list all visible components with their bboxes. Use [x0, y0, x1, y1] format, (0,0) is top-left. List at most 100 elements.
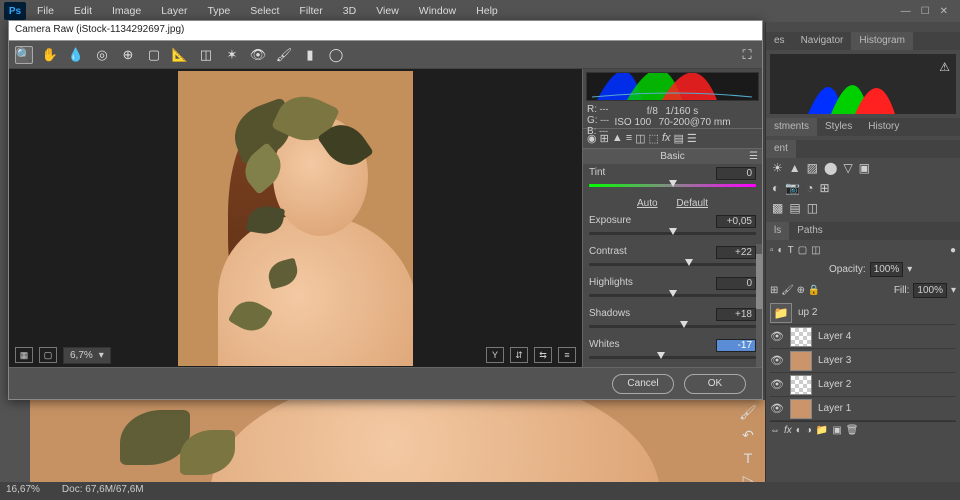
target-adjust-icon[interactable]: ⊕ [119, 46, 137, 64]
photo-filter-icon[interactable]: 📷 [785, 181, 800, 195]
minimize-icon[interactable]: — [901, 6, 911, 17]
auto-link[interactable]: Auto [637, 198, 658, 209]
settings-menu-icon[interactable]: ≡ [558, 347, 576, 363]
tab-adjustments[interactable]: stments [766, 118, 817, 136]
layer-row[interactable]: 👁 Layer 1 [770, 397, 956, 421]
calibration-tab-icon[interactable]: ▤ [674, 132, 684, 145]
whites-slider[interactable] [589, 356, 756, 359]
zoom-dropdown[interactable]: 6,7%▾ [63, 347, 111, 364]
spot-removal-icon[interactable]: ✶ [223, 46, 241, 64]
ok-button[interactable]: OK [684, 374, 746, 394]
cancel-button[interactable]: Cancel [612, 374, 674, 394]
visibility-icon[interactable]: 👁 [770, 402, 784, 415]
menu-3d[interactable]: 3D [334, 2, 365, 20]
filter-pixel-icon[interactable]: ▫ [770, 245, 774, 256]
close-icon[interactable]: ✕ [940, 6, 948, 17]
redeye-icon[interactable]: 👁 [249, 46, 267, 64]
shadows-value[interactable]: +18 [716, 308, 756, 321]
highlights-value[interactable]: 0 [716, 277, 756, 290]
hand-tool-icon[interactable]: ✋ [41, 46, 59, 64]
layer-row[interactable]: 👁 Layer 3 [770, 349, 956, 373]
swap-icon[interactable]: ⇵ [510, 347, 528, 363]
lookup-icon[interactable]: ⊞ [819, 181, 829, 195]
tab-history[interactable]: History [860, 118, 907, 136]
exposure-slider[interactable] [589, 232, 756, 235]
exposure-adj-icon[interactable]: ⬤ [824, 161, 837, 175]
clipping-warning-icon[interactable]: ⚠ [939, 60, 950, 74]
filter-type-icon[interactable]: T [788, 245, 794, 256]
lens-tab-icon[interactable]: ⬚ [649, 132, 659, 145]
layer-row-group[interactable]: 📁 up 2 [770, 301, 956, 325]
document-canvas[interactable] [30, 400, 765, 482]
maximize-icon[interactable]: ☐ [921, 6, 930, 17]
exposure-value[interactable]: +0,05 [716, 215, 756, 228]
default-link[interactable]: Default [676, 198, 708, 209]
tab-styles[interactable]: Styles [817, 118, 860, 136]
menu-filter[interactable]: Filter [290, 2, 331, 20]
filter-shape-icon[interactable]: ▢ [798, 245, 807, 256]
vibrance-icon[interactable]: ▽ [843, 161, 852, 175]
new-layer-icon[interactable]: ▣ [832, 425, 841, 436]
copy-settings-icon[interactable]: ⇆ [534, 347, 552, 363]
layer-row[interactable]: 👁 Layer 4 [770, 325, 956, 349]
visibility-icon[interactable]: 👁 [770, 330, 784, 343]
type-tool-icon[interactable]: T [744, 450, 753, 466]
visibility-icon[interactable]: 👁 [770, 354, 784, 367]
doc-zoom[interactable]: 16,67% [6, 484, 40, 498]
new-group-icon[interactable]: 📁 [816, 425, 828, 436]
invert-icon[interactable]: ▩ [772, 201, 783, 215]
menu-file[interactable]: File [28, 2, 63, 20]
tab-properties[interactable]: es [766, 32, 793, 50]
levels-icon[interactable]: ▲ [789, 161, 801, 175]
delete-layer-icon[interactable]: 🗑 [846, 425, 859, 436]
fullscreen-icon[interactable]: ⛶ [738, 46, 756, 64]
layer-row[interactable]: 👁 Layer 2 [770, 373, 956, 397]
menu-layer[interactable]: Layer [152, 2, 196, 20]
new-adj-icon[interactable]: ◑ [806, 425, 812, 436]
mask-icon[interactable]: ◐ [796, 425, 802, 436]
straighten-icon[interactable]: 📐 [171, 46, 189, 64]
single-view-icon[interactable]: ▢ [39, 347, 57, 363]
opacity-value[interactable]: 100% [870, 262, 904, 277]
menu-type[interactable]: Type [198, 2, 239, 20]
adjustment-brush-icon[interactable]: 🖌 [275, 46, 293, 64]
detail-tab-icon[interactable]: ▲ [612, 132, 623, 145]
presets-tab-icon[interactable]: ☰ [687, 132, 697, 145]
link-layers-icon[interactable]: ⇔ [770, 425, 780, 436]
menu-view[interactable]: View [367, 2, 408, 20]
shadows-slider[interactable] [589, 325, 756, 328]
tab-histogram[interactable]: Histogram [851, 32, 913, 50]
before-after-icon[interactable]: Y [486, 347, 504, 363]
histogram[interactable] [586, 72, 759, 101]
brush-tool-icon[interactable]: 🖌 [739, 404, 757, 421]
fx-tab-icon[interactable]: fx [662, 132, 671, 145]
hue-icon[interactable]: ▣ [859, 161, 870, 175]
posterize-icon[interactable]: ▤ [789, 201, 800, 215]
visibility-icon[interactable]: 👁 [770, 378, 784, 391]
tab-navigator[interactable]: Navigator [793, 32, 852, 50]
threshold-icon[interactable]: ◫ [807, 201, 818, 215]
curves-icon[interactable]: ▨ [807, 161, 818, 175]
color-sampler-icon[interactable]: ◎ [93, 46, 111, 64]
lock-icons[interactable]: ⊞ 🖌 ⊕ 🔒 [770, 285, 820, 296]
panel-scrollbar[interactable] [756, 244, 762, 367]
tab-layers[interactable]: ls [766, 222, 789, 240]
contrast-value[interactable]: +22 [716, 246, 756, 259]
filmstrip-icon[interactable]: ▦ [15, 347, 33, 363]
panel-menu-icon[interactable]: ☰ [749, 151, 758, 162]
fx-icon[interactable]: fx [784, 425, 792, 436]
tab-adjustment[interactable]: ent [766, 140, 796, 158]
fill-value[interactable]: 100% [913, 283, 947, 298]
hsl-tab-icon[interactable]: ≡ [626, 132, 632, 145]
menu-select[interactable]: Select [241, 2, 288, 20]
bw-icon[interactable]: ◐ [772, 181, 779, 195]
graduated-filter-icon[interactable]: ▮ [301, 46, 319, 64]
filter-adj-icon[interactable]: ◐ [778, 245, 784, 256]
white-balance-icon[interactable]: 💧 [67, 46, 85, 64]
contrast-slider[interactable] [589, 263, 756, 266]
channel-mixer-icon[interactable]: ◔ [806, 181, 813, 195]
whites-value[interactable]: -17 [716, 339, 756, 352]
transform-icon[interactable]: ◫ [197, 46, 215, 64]
crop-tool-icon[interactable]: ▢ [145, 46, 163, 64]
tint-slider[interactable] [589, 184, 756, 187]
